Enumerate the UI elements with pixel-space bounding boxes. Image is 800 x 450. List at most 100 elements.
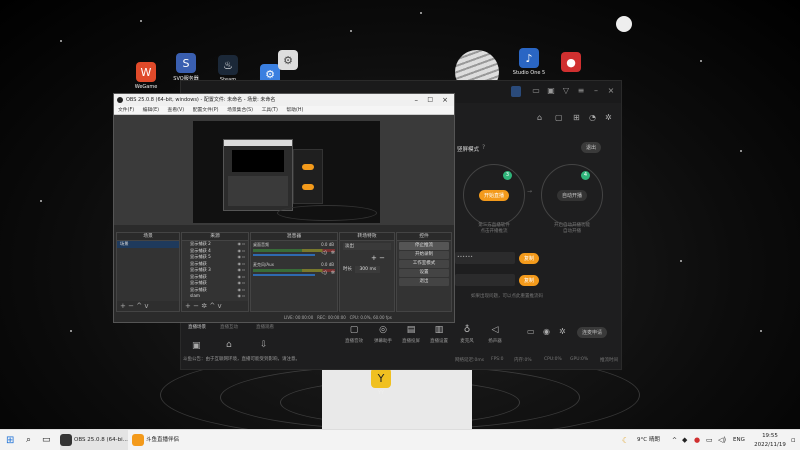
- tool-speaker[interactable]: ◁ 扬声器: [480, 325, 510, 344]
- tray-bird-icon[interactable]: ●: [694, 430, 700, 450]
- taskbar: ⊞ ⌕ ▭ OBS 25.0.8 (64-bi... 斗鱼直播伴侣 ☾ 9°C …: [0, 429, 800, 450]
- volume-slider[interactable]: [253, 274, 315, 276]
- mixer-dock: 混音器 桌面音频 0.0 dB ◁) ✲ 麦克风/Aux 0.0 dB ◁) ✲: [250, 232, 338, 312]
- visibility-lock-icons[interactable]: ◉ ▫: [238, 293, 245, 300]
- grid-icon[interactable]: ⊞: [573, 113, 580, 122]
- desktop-icon-wegame[interactable]: W WeGame: [126, 62, 166, 90]
- gear-icon: ⚙: [278, 50, 298, 70]
- tool-cast[interactable]: ▤ 直播投屏: [396, 325, 426, 344]
- start-recording-button[interactable]: 开始录制: [399, 251, 449, 259]
- bag-icon[interactable]: ⌂: [537, 113, 542, 122]
- server-icon: S: [176, 53, 196, 73]
- camera-icon[interactable]: ▭: [527, 327, 535, 336]
- gear-icon[interactable]: ✲: [331, 270, 335, 276]
- copy-url-button[interactable]: 复制: [519, 253, 540, 264]
- move-up-button[interactable]: ^: [136, 302, 142, 310]
- eye-icon[interactable]: ◉: [543, 327, 550, 336]
- remove-transition-button[interactable]: −: [379, 254, 385, 262]
- move-up-button[interactable]: ^: [209, 302, 215, 310]
- stop-streaming-button[interactable]: 停止推流: [399, 242, 449, 250]
- menu-scene-collection[interactable]: 场景集合(S): [227, 108, 253, 113]
- taskbar-task-obs[interactable]: OBS 25.0.8 (64-bi...: [60, 430, 128, 450]
- desktop-icon-studio-one[interactable]: ♪ Studio One 5: [509, 48, 549, 76]
- menu-help[interactable]: 帮助(H): [286, 108, 303, 113]
- menu-edit[interactable]: 编辑(E): [143, 108, 159, 113]
- source-settings-icon[interactable]: ✲: [201, 302, 207, 310]
- task-view-icon[interactable]: ▭: [42, 430, 51, 450]
- menu-file[interactable]: 文件(F): [118, 108, 134, 113]
- speaker-icon[interactable]: ◁): [321, 250, 327, 256]
- tool-danmaku[interactable]: ◎ 弹幕助手: [368, 325, 398, 344]
- duration-input[interactable]: 300 ms: [355, 266, 381, 273]
- source-item[interactable]: slam ◉ ▫: [182, 293, 248, 300]
- start-icon[interactable]: ⊞: [6, 430, 14, 450]
- transitions-dock: 转场特效 淡出 + − 时长 300 ms: [339, 232, 395, 312]
- phone-icon[interactable]: ▣: [192, 341, 201, 351]
- move-down-button[interactable]: v: [144, 302, 148, 310]
- desktop-icon-svo[interactable]: S SVO服务器: [166, 53, 206, 82]
- volume-slider[interactable]: [253, 254, 315, 256]
- desktop-icon-app2[interactable]: ⚙: [268, 50, 308, 72]
- minimize-icon[interactable]: –: [415, 94, 419, 106]
- reset-hint[interactable]: 如果出现问题，可以点此重置推流码: [471, 293, 543, 299]
- tab-watch[interactable]: 直播观看: [256, 324, 274, 330]
- tab-scene[interactable]: 直播场景: [188, 324, 206, 330]
- close-icon[interactable]: ×: [442, 94, 448, 106]
- notice-text[interactable]: 斗鱼公告：由于互联网环境，直播可能受到影响，请注意。: [183, 356, 300, 362]
- help-icon[interactable]: ?: [482, 144, 485, 151]
- add-source-button[interactable]: +: [185, 302, 191, 310]
- obs-preview-canvas[interactable]: [193, 121, 380, 223]
- speaker-icon[interactable]: ◁): [321, 270, 327, 276]
- box-icon[interactable]: ▢: [555, 113, 563, 122]
- search-icon[interactable]: ⌕: [26, 430, 31, 450]
- add-scene-button[interactable]: +: [120, 302, 126, 310]
- tray-chevron-icon[interactable]: ^: [672, 430, 677, 450]
- desktop-icon-bird[interactable]: ●: [551, 52, 591, 74]
- add-transition-button[interactable]: +: [371, 254, 377, 262]
- input-language[interactable]: ENG: [733, 430, 745, 450]
- move-down-button[interactable]: v: [217, 302, 221, 310]
- taskbar-task-douyu[interactable]: 斗鱼直播伴侣: [132, 430, 188, 450]
- tab-interact[interactable]: 直播互动: [220, 324, 238, 330]
- menu-profile[interactable]: 配置文件(P): [193, 108, 219, 113]
- scene-item[interactable]: 场景: [117, 241, 179, 248]
- weather-text[interactable]: 9°C 晴朗: [637, 430, 660, 450]
- exit-button[interactable]: 退出: [581, 142, 602, 153]
- start-stream-button[interactable]: 开始直播: [478, 189, 509, 201]
- studio-mode-button[interactable]: 工作室模式: [399, 260, 449, 268]
- menu-tools[interactable]: 工具(T): [262, 108, 278, 113]
- desktop-icon-steam[interactable]: ♨ Steam: [208, 55, 248, 83]
- bell-icon[interactable]: ◔: [589, 113, 596, 122]
- desktop-icon-yy[interactable]: Y YY: [361, 368, 401, 396]
- tool-sound-effects[interactable]: ▢ 直播音效: [339, 325, 369, 344]
- stream-key-field[interactable]: [455, 274, 515, 286]
- auto-stream-button[interactable]: 自动开播: [556, 189, 587, 201]
- copy-key-button[interactable]: 复制: [519, 275, 540, 286]
- cast-icon: ▤: [406, 325, 416, 335]
- notification-icon[interactable]: ▫: [791, 430, 796, 450]
- maximize-icon[interactable]: □: [427, 94, 433, 106]
- remove-source-button[interactable]: −: [193, 302, 199, 310]
- settings-button[interactable]: 设置: [399, 269, 449, 277]
- download-icon[interactable]: ⇩: [260, 340, 268, 350]
- transition-select[interactable]: 淡出: [343, 243, 391, 250]
- side-action-button[interactable]: 连麦申请: [577, 327, 608, 338]
- gear-icon[interactable]: ✲: [331, 250, 335, 256]
- tray-app-icon[interactable]: ◆: [682, 430, 687, 450]
- volume-icon[interactable]: ◁): [718, 430, 726, 450]
- stream-url-field[interactable]: ••••••: [455, 252, 515, 264]
- network-icon[interactable]: ▭: [706, 430, 713, 450]
- settings-icon[interactable]: ✲: [559, 327, 566, 336]
- tool-microphone[interactable]: ♁ 麦克风: [452, 325, 482, 344]
- controls-dock: 控件 停止推流 开始录制 工作室模式 设置 退出: [396, 232, 452, 312]
- new-feature-icon[interactable]: ⌂: [226, 340, 232, 350]
- tool-settings[interactable]: ▥ 直播设置: [424, 325, 454, 344]
- exit-button[interactable]: 退出: [399, 278, 449, 286]
- nested-ring: [277, 205, 377, 221]
- app-left-tabs: 直播场景 直播互动 直播观看: [180, 322, 285, 334]
- remove-scene-button[interactable]: −: [128, 302, 134, 310]
- weather-icon[interactable]: ☾: [622, 430, 629, 450]
- clock[interactable]: 19:55 2022/11/19: [752, 430, 788, 450]
- menu-view[interactable]: 查看(V): [168, 108, 185, 113]
- gear-icon[interactable]: ✲: [605, 113, 612, 122]
